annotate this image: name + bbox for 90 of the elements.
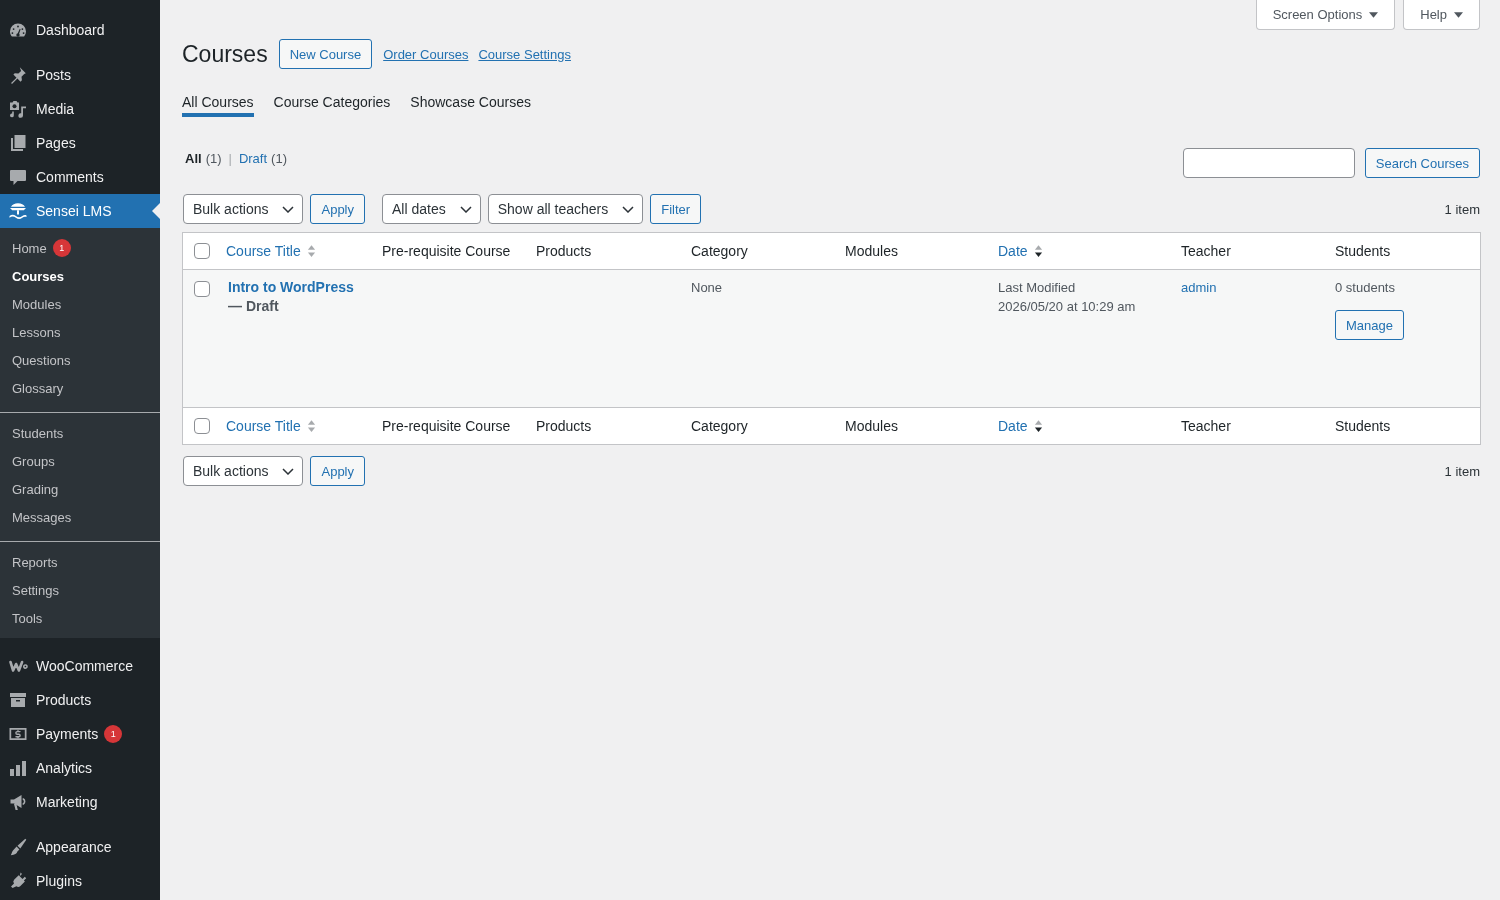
submenu-item[interactable]: Students [0, 419, 160, 447]
documents-icon [8, 133, 28, 153]
screen-meta-toggle[interactable]: Screen Options [1255, 0, 1396, 30]
post-state: — Draft [227, 297, 280, 316]
column-header: Teacher [1171, 407, 1325, 444]
manage-button[interactable]: Manage [1335, 310, 1404, 340]
chevron-down-icon [282, 467, 295, 475]
page-title: Courses [182, 40, 268, 69]
header-link[interactable]: Course Settings [478, 46, 571, 62]
menu-item[interactable]: Pages [0, 126, 160, 160]
megaphone-icon [8, 792, 28, 812]
sort-link[interactable]: Course Title [226, 241, 301, 261]
menu-item[interactable]: WooCommerce [0, 649, 160, 683]
sort-link[interactable]: Date [998, 416, 1028, 436]
caret-icon [1369, 11, 1379, 18]
archive-box-icon [8, 690, 28, 710]
add-new-button[interactable]: New Course [278, 39, 373, 69]
menu-item[interactable]: Comments [0, 160, 160, 194]
chevron-down-icon [459, 205, 472, 213]
submenu-item[interactable]: Home 1 [0, 234, 160, 262]
caret-icon [1454, 11, 1463, 18]
paintbrush-icon [8, 837, 28, 857]
chevron-down-icon [282, 205, 295, 213]
dropdown-select[interactable]: Bulk actions [183, 194, 304, 224]
submenu-item[interactable]: Glossary [0, 374, 160, 402]
menu-item[interactable]: Analytics [0, 751, 160, 785]
teacher-link[interactable]: admin [1181, 280, 1217, 295]
dropdown-select[interactable]: Bulk actions [183, 456, 304, 486]
date-label: Last Modified [998, 279, 1077, 297]
bar-chart-icon [8, 758, 28, 778]
sort-link[interactable]: Course Title [226, 416, 301, 436]
item-count: 1 item [1444, 463, 1480, 479]
status-count: (1) [271, 150, 287, 168]
dropdown-select[interactable]: Show all teachers [487, 194, 644, 224]
menu-item[interactable]: Dashboard [0, 13, 160, 47]
action-button[interactable]: Apply [310, 456, 365, 486]
menu-item[interactable]: Appearance [0, 830, 160, 864]
view-separator: | [228, 150, 232, 168]
tree-icon [8, 201, 28, 221]
course-name-link[interactable]: Intro to WordPress [226, 278, 362, 297]
menu-item[interactable]: Sensei LMS [0, 194, 160, 228]
submenu-item[interactable]: Courses [0, 262, 160, 290]
submenu-item[interactable]: Tools [0, 604, 160, 632]
checkbox[interactable] [194, 418, 210, 434]
action-button[interactable]: Apply [310, 194, 365, 224]
column-header: Students [1325, 407, 1480, 444]
speech-bubble-icon [8, 167, 28, 187]
dropdown-select[interactable]: All dates [382, 194, 481, 224]
count-badge: 1 [52, 239, 71, 257]
nav-tab[interactable]: All Courses [182, 92, 254, 117]
submenu-item[interactable]: Groups [0, 447, 160, 475]
header-link[interactable]: Order Courses [383, 46, 469, 62]
menu-item[interactable]: Media [0, 92, 160, 126]
nav-tab[interactable]: Course Categories [273, 92, 391, 117]
column-header: Category [681, 407, 835, 444]
date-value: 2026/05/20 at 10:29 am [998, 298, 1137, 316]
status-count: (1) [205, 150, 222, 168]
status-filter-link[interactable]: All [185, 150, 202, 168]
submenu-item[interactable]: Reports [0, 548, 160, 576]
submenu-item[interactable]: Settings [0, 576, 160, 604]
checkbox[interactable] [194, 243, 210, 259]
menu-item[interactable]: Posts [0, 58, 160, 92]
submenu-item[interactable]: Questions [0, 346, 160, 374]
nav-tab[interactable]: Showcase Courses [410, 92, 531, 117]
item-count: 1 item [1444, 201, 1480, 217]
count-badge: 1 [104, 725, 123, 743]
category-cell: None [691, 280, 723, 295]
plug-icon [8, 871, 28, 891]
column-header: Modules [835, 407, 988, 444]
menu-item[interactable]: Products [0, 683, 160, 717]
column-header: Products [526, 407, 681, 444]
checkbox[interactable] [194, 281, 210, 297]
submenu-item[interactable]: Modules [0, 290, 160, 318]
chevron-down-icon [622, 205, 635, 213]
submenu-item[interactable]: Messages [0, 503, 160, 531]
screen-meta-toggle[interactable]: Help [1403, 0, 1480, 30]
status-filter-link[interactable]: Draft [238, 150, 268, 168]
menu-item[interactable]: Marketing [0, 785, 160, 819]
column-header: Pre-requisite Course [372, 407, 526, 444]
search-button[interactable]: Search Courses [1364, 148, 1480, 178]
menu-item[interactable]: Payments 1 [0, 717, 160, 751]
sort-link[interactable]: Date [998, 241, 1028, 261]
camera-music-icon [8, 99, 28, 119]
current-pointer-icon [152, 203, 160, 219]
submenu-item[interactable]: Lessons [0, 318, 160, 346]
menu-item[interactable]: Plugins [0, 864, 160, 898]
student-count: 0 students [1335, 279, 1396, 297]
action-button[interactable]: Filter [650, 194, 702, 224]
search-field[interactable] [1182, 148, 1355, 178]
submenu-item[interactable]: Grading [0, 475, 160, 503]
